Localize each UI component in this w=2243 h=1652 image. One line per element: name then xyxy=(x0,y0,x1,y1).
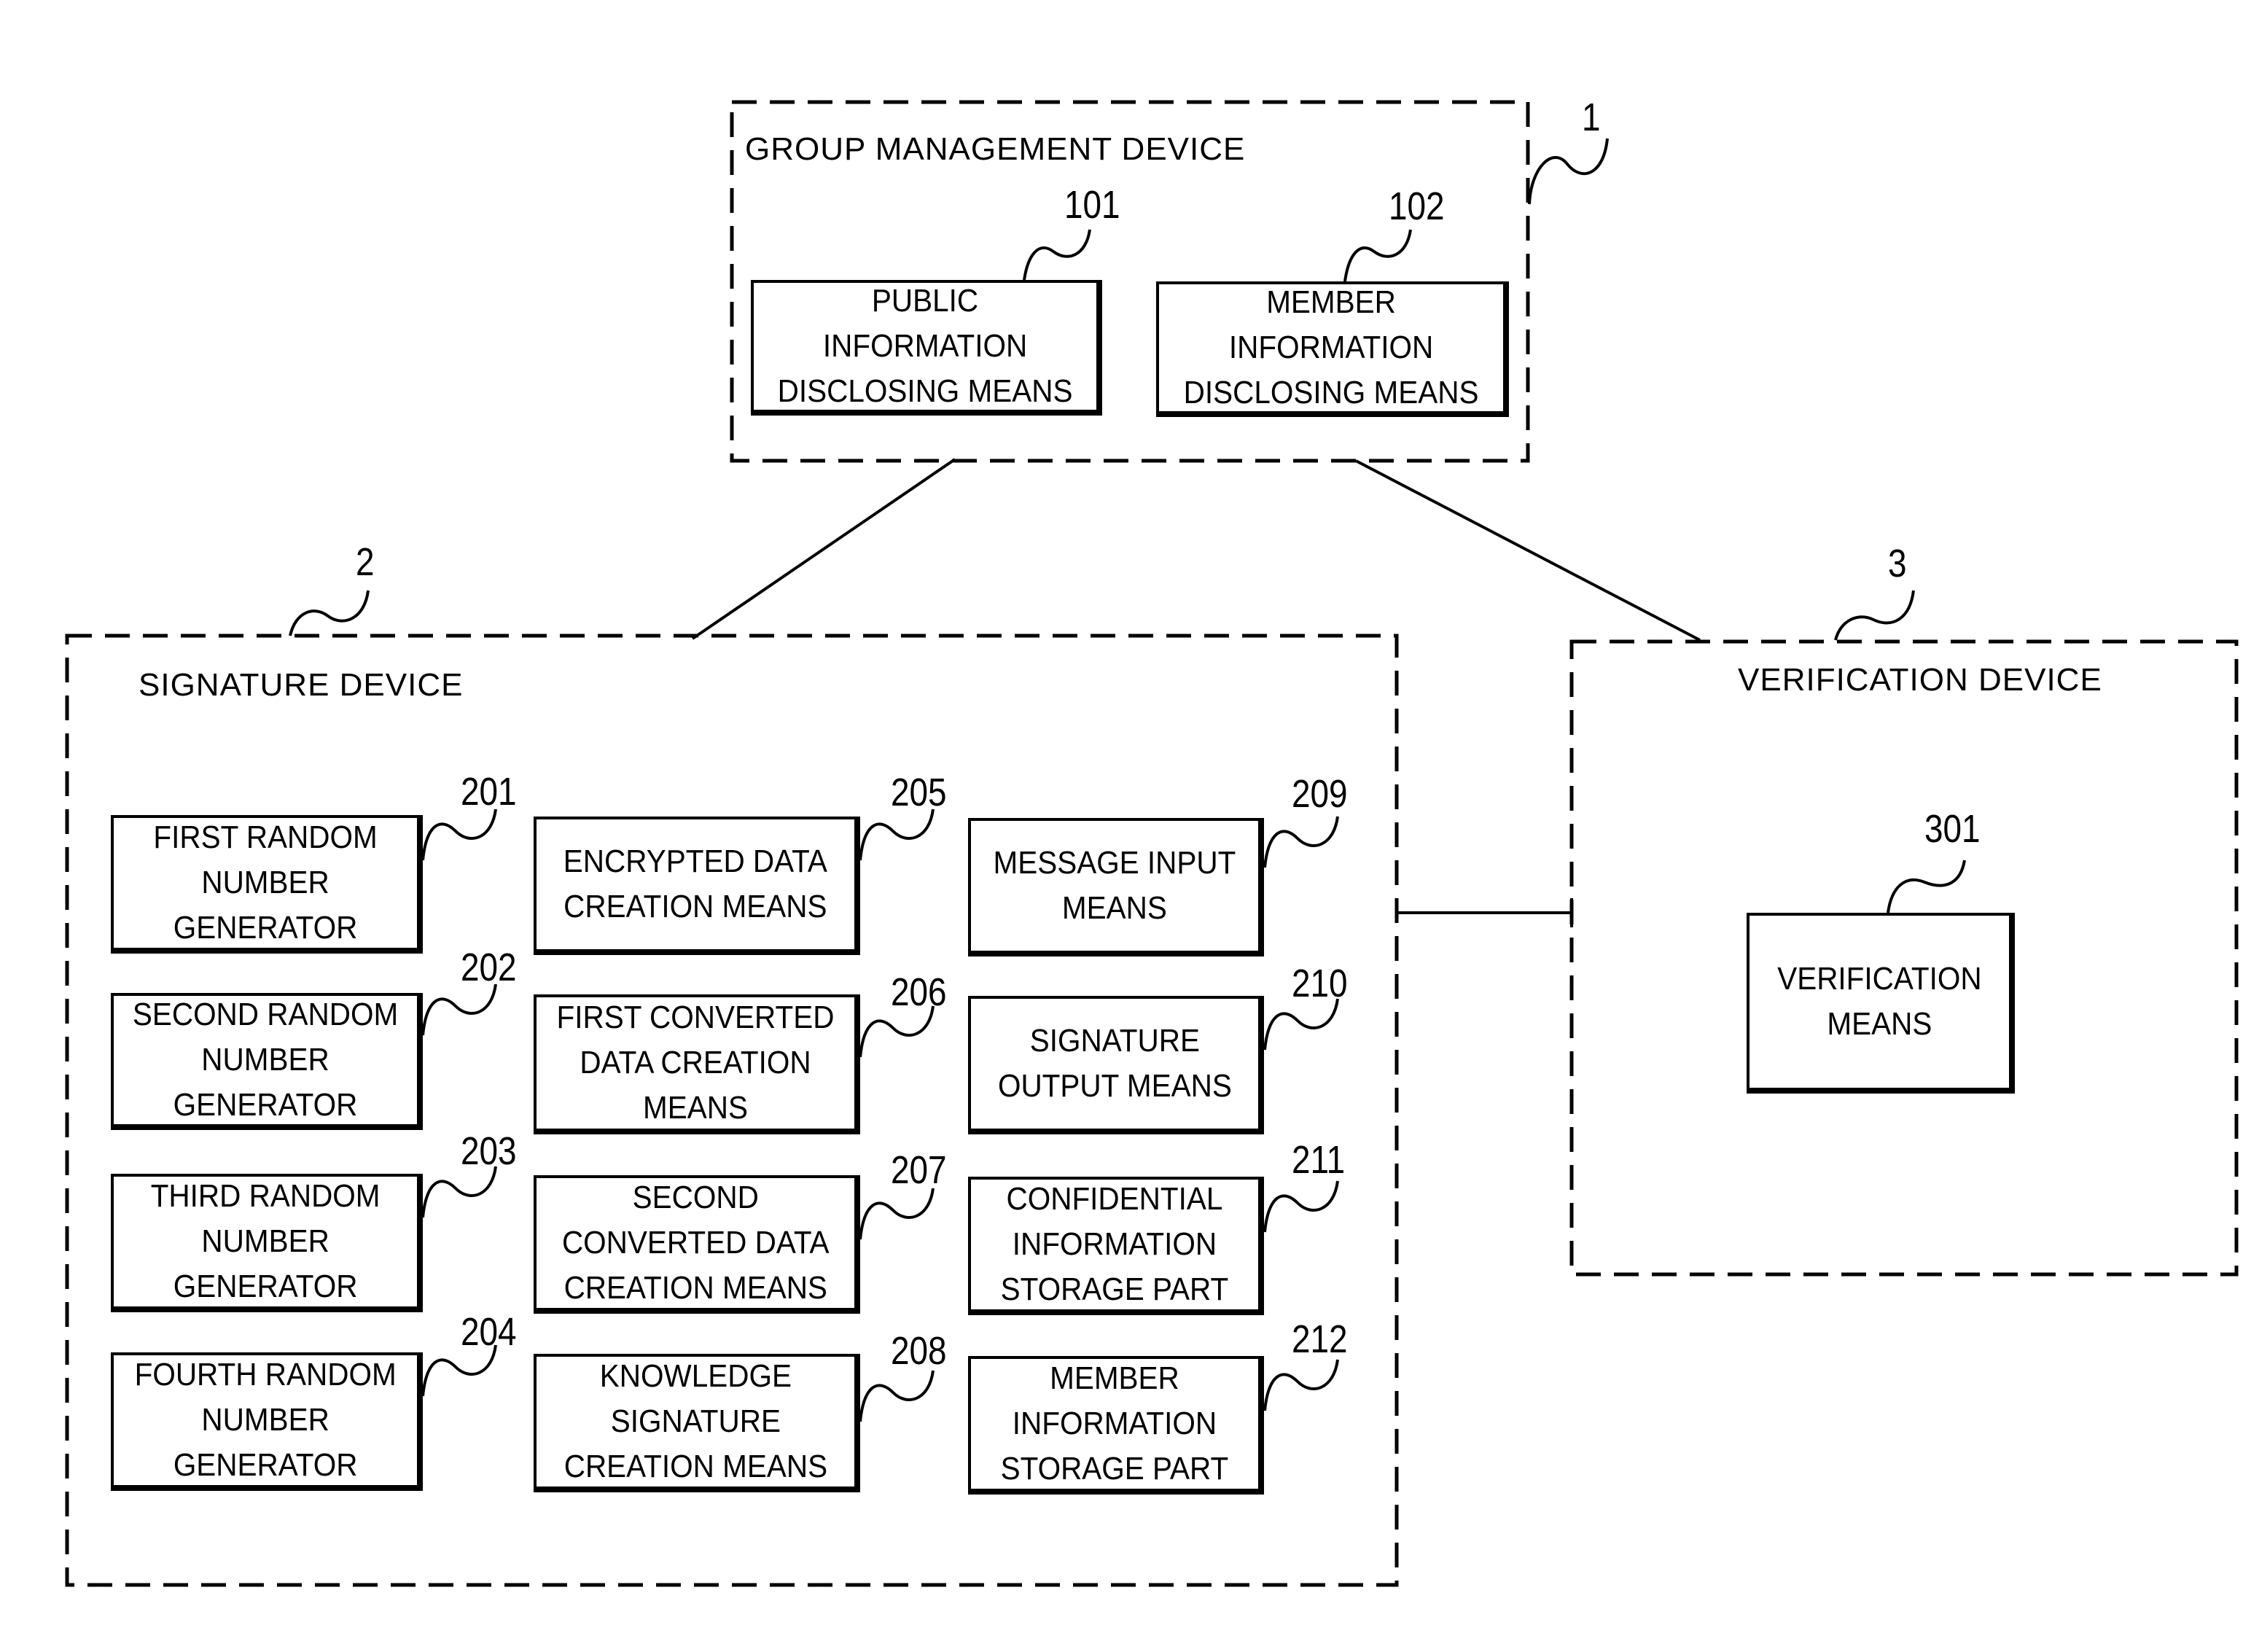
leader-1 xyxy=(1528,138,1609,205)
second-converted-data-creation-means: SECOND CONVERTED DATA CREATION MEANS xyxy=(534,1175,860,1314)
component-label: MEMBER INFORMATION DISCLOSING MEANS xyxy=(1183,284,1479,410)
leader-207 xyxy=(859,1188,935,1240)
ref-number: 201 xyxy=(461,770,517,814)
leader-208 xyxy=(859,1370,935,1422)
component-label: PUBLIC INFORMATION DISCLOSING MEANS xyxy=(777,283,1073,409)
component-label: THIRD RANDOM NUMBER GENERATOR xyxy=(150,1178,381,1304)
component-label: FIRST CONVERTED DATA CREATION MEANS xyxy=(556,1000,835,1126)
leader-211 xyxy=(1263,1180,1339,1233)
member-information-storage-part: MEMBER INFORMATION STORAGE PART xyxy=(968,1356,1264,1495)
component-label: FOURTH RANDOM NUMBER GENERATOR xyxy=(134,1357,397,1483)
leader-205 xyxy=(859,809,935,861)
ref-number: 2 xyxy=(356,540,375,584)
component-label: SECOND CONVERTED DATA CREATION MEANS xyxy=(561,1180,830,1306)
ref-number: 3 xyxy=(1888,542,1907,585)
device-title: VERIFICATION DEVICE xyxy=(1738,662,2102,698)
ref-number: 203 xyxy=(461,1129,517,1173)
device-title: SIGNATURE DEVICE xyxy=(139,667,464,703)
ref-number: 101 xyxy=(1064,183,1120,227)
ref-number: 211 xyxy=(1292,1138,1346,1182)
message-input-means: MESSAGE INPUT MEANS xyxy=(968,818,1264,956)
fourth-random-number-generator: FOURTH RANDOM NUMBER GENERATOR xyxy=(111,1352,423,1491)
component-label: ENCRYPTED DATA CREATION MEANS xyxy=(563,843,828,924)
public-information-disclosing-means: PUBLIC INFORMATION DISCLOSING MEANS xyxy=(751,280,1102,416)
ref-number: 205 xyxy=(891,771,947,814)
ref-number: 1 xyxy=(1582,96,1601,139)
component-label: MEMBER INFORMATION STORAGE PART xyxy=(1000,1360,1229,1487)
leader-210 xyxy=(1263,998,1339,1051)
component-label: VERIFICATION MEANS xyxy=(1776,961,1982,1042)
ref-number: 209 xyxy=(1292,772,1348,816)
second-random-number-generator: SECOND RANDOM NUMBER GENERATOR xyxy=(111,993,423,1130)
component-label: SECOND RANDOM NUMBER GENERATOR xyxy=(132,997,399,1123)
leader-301 xyxy=(1887,860,1966,913)
leader-212 xyxy=(1263,1359,1339,1411)
ref-number: 212 xyxy=(1292,1317,1348,1361)
ref-number: 204 xyxy=(461,1310,517,1354)
component-label: MESSAGE INPUT MEANS xyxy=(993,845,1236,926)
component-label: FIRST RANDOM NUMBER GENERATOR xyxy=(153,819,378,946)
verification-means: VERIFICATION MEANS xyxy=(1747,913,2015,1094)
ref-number: 207 xyxy=(891,1148,947,1192)
component-label: SIGNATURE OUTPUT MEANS xyxy=(997,1023,1232,1104)
leader-201 xyxy=(421,809,497,861)
leader-101 xyxy=(1023,229,1091,281)
ref-number: 206 xyxy=(891,970,947,1014)
member-information-disclosing-means: MEMBER INFORMATION DISCLOSING MEANS xyxy=(1156,281,1509,417)
leader-102 xyxy=(1343,229,1412,282)
ref-number: 208 xyxy=(891,1329,947,1373)
first-random-number-generator: FIRST RANDOM NUMBER GENERATOR xyxy=(111,815,423,954)
leader-203 xyxy=(421,1166,497,1218)
ref-number: 210 xyxy=(1292,962,1348,1005)
encrypted-data-creation-means: ENCRYPTED DATA CREATION MEANS xyxy=(534,817,860,955)
link-group-to-signature xyxy=(691,458,956,640)
device-title: GROUP MANAGEMENT DEVICE xyxy=(745,131,1246,167)
leader-2 xyxy=(289,590,370,636)
leader-202 xyxy=(421,983,497,1036)
component-label: KNOWLEDGE SIGNATURE CREATION MEANS xyxy=(563,1358,827,1484)
ref-number: 202 xyxy=(461,946,517,989)
first-converted-data-creation-means: FIRST CONVERTED DATA CREATION MEANS xyxy=(534,994,860,1134)
ref-number: 102 xyxy=(1389,184,1445,228)
confidential-information-storage-part: CONFIDENTIAL INFORMATION STORAGE PART xyxy=(968,1177,1264,1315)
leader-3 xyxy=(1834,590,1915,641)
leader-209 xyxy=(1263,816,1339,868)
ref-number: 301 xyxy=(1924,807,1981,851)
third-random-number-generator: THIRD RANDOM NUMBER GENERATOR xyxy=(111,1174,423,1312)
component-label: CONFIDENTIAL INFORMATION STORAGE PART xyxy=(1000,1181,1229,1307)
link-group-to-verification xyxy=(1355,459,1701,642)
knowledge-signature-creation-means: KNOWLEDGE SIGNATURE CREATION MEANS xyxy=(534,1354,860,1492)
signature-output-means: SIGNATURE OUTPUT MEANS xyxy=(968,996,1264,1134)
